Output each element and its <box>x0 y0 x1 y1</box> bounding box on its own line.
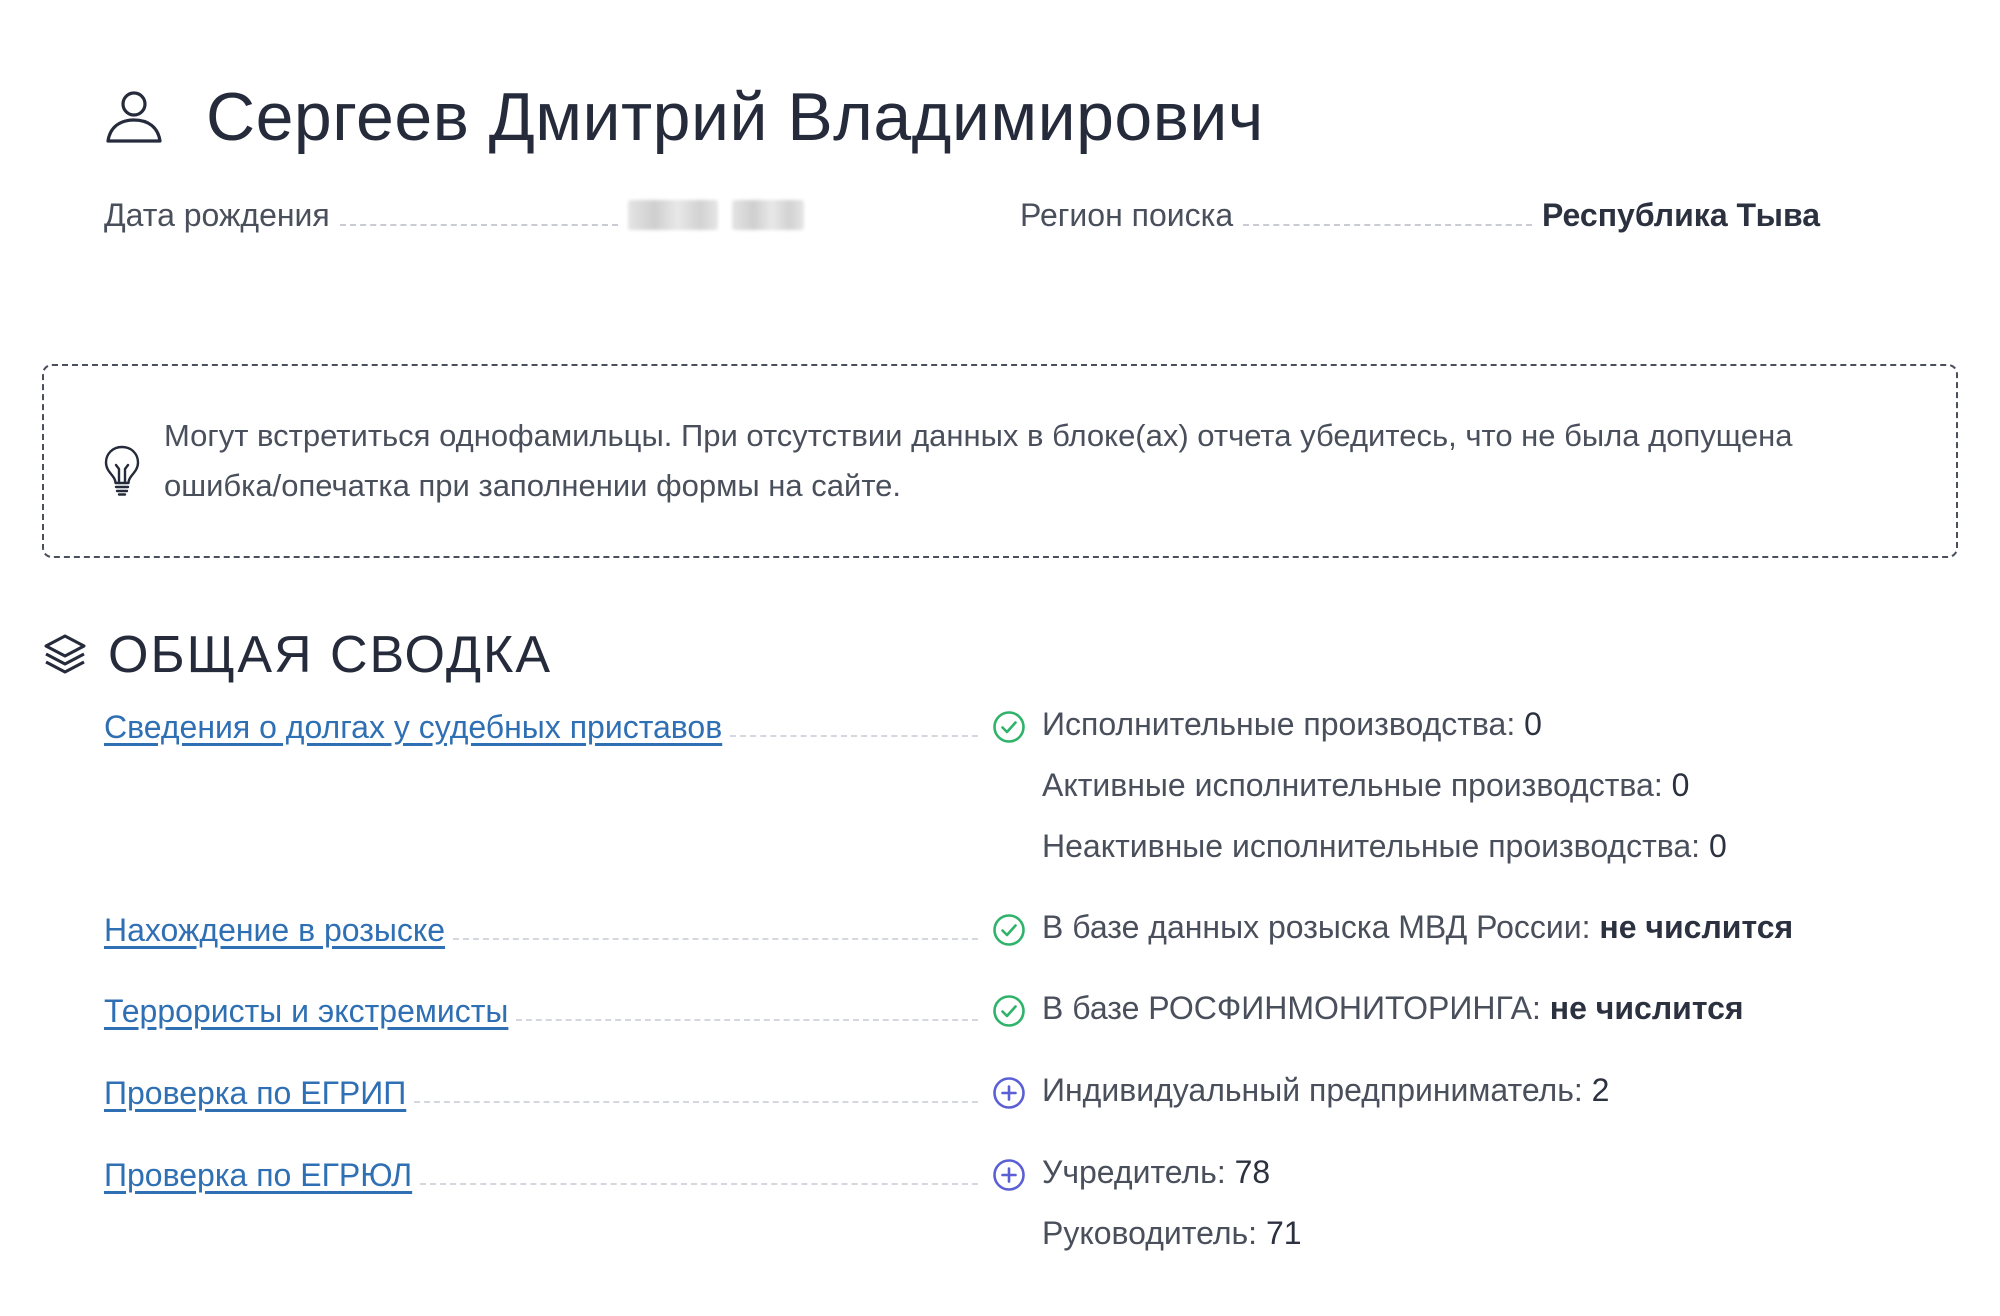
summary-value: 0 <box>1708 828 1727 864</box>
notice-text: Могут встретиться однофамильцы. При отсу… <box>164 411 1793 511</box>
summary-value-line: Индивидуальный предприниматель: 2 <box>1042 1068 1609 1112</box>
summary-value-label: Руководитель: <box>1042 1215 1266 1251</box>
birth-date-value-blurred <box>628 198 804 232</box>
summary-value-label: Индивидуальный предприниматель: <box>1042 1072 1592 1108</box>
plus-circle-icon <box>992 1076 1026 1110</box>
summary-value: не числится <box>1549 990 1744 1026</box>
summary-value-label: В базе данных розыска МВД России: <box>1042 909 1600 945</box>
summary-value-label: В базе РОСФИНМОНИТОРИНГА: <box>1042 990 1550 1026</box>
leader-dots <box>516 1019 978 1021</box>
summary-row-values: Индивидуальный предприниматель: 2 <box>1042 1068 1609 1129</box>
summary-value-label: Учредитель: <box>1042 1154 1235 1190</box>
summary-row-bailiffs: Сведения о долгах у судебных приставов И… <box>104 702 1804 885</box>
summary-value: 0 <box>1671 767 1690 803</box>
summary-row-values: Учредитель: 78 Руководитель: 71 <box>1042 1150 1302 1272</box>
check-circle-icon <box>992 913 1026 947</box>
summary-row-egrul: Проверка по ЕГРЮЛ Учредитель: 78 Руковод… <box>104 1150 1804 1272</box>
check-circle-icon <box>992 710 1026 744</box>
summary-value-line: Активные исполнительные производства: 0 <box>1042 763 1727 807</box>
notice-line: ошибка/опечатка при заполнении формы на … <box>164 468 902 503</box>
summary-value: 71 <box>1265 1215 1302 1251</box>
plus-circle-icon <box>992 1158 1026 1192</box>
summary-row-values: В базе данных розыска МВД России: не чис… <box>1042 905 1793 966</box>
check-circle-icon <box>992 994 1026 1028</box>
person-name: Сергеев Дмитрий Владимирович <box>206 79 1264 155</box>
summary-row-left: Проверка по ЕГРЮЛ <box>104 1150 984 1194</box>
summary-value-line: В базе РОСФИНМОНИТОРИНГА: не числится <box>1042 986 1744 1030</box>
summary-row-left: Проверка по ЕГРИП <box>104 1068 984 1112</box>
leader-dots <box>1243 224 1532 226</box>
egrip-check-link[interactable]: Проверка по ЕГРИП <box>104 1075 406 1112</box>
bailiffs-debt-link[interactable]: Сведения о долгах у судебных приставов <box>104 709 722 746</box>
search-region-value: Республика Тыва <box>1541 197 1820 233</box>
summary-section-title: ОБЩАЯ СВОДКА <box>42 620 552 690</box>
search-region-label: Регион поиска <box>1020 197 1234 233</box>
person-header: Сергеев Дмитрий Владимирович <box>104 72 1264 162</box>
summary-row-egrip: Проверка по ЕГРИП Индивидуальный предпри… <box>104 1068 1804 1129</box>
summary-row-wanted: Нахождение в розыске В базе данных розыс… <box>104 905 1804 966</box>
birth-date-label: Дата рождения <box>104 197 330 233</box>
summary-value-label: Активные исполнительные производства: <box>1042 767 1672 803</box>
leader-dots <box>339 224 618 226</box>
wanted-search-link[interactable]: Нахождение в розыске <box>104 912 445 949</box>
summary-value-line: Неактивные исполнительные производства: … <box>1042 824 1727 868</box>
summary-value: 2 <box>1591 1072 1610 1108</box>
leader-dots <box>414 1101 978 1103</box>
summary-value: 0 <box>1524 706 1542 742</box>
namesake-notice: Могут встретиться однофамильцы. При отсу… <box>42 364 1958 558</box>
summary-value-line: Учредитель: 78 <box>1042 1150 1302 1194</box>
layers-icon <box>42 632 88 678</box>
leader-dots <box>453 938 978 940</box>
summary-row-terrorists: Террористы и экстремисты В базе РОСФИНМО… <box>104 986 1804 1047</box>
lightbulb-icon <box>102 444 142 496</box>
summary-row-values: Исполнительные производства: 0 Активные … <box>1042 702 1727 885</box>
terrorists-extremists-link[interactable]: Террористы и экстремисты <box>104 993 508 1030</box>
leader-dots <box>420 1183 978 1185</box>
summary-value-line: Руководитель: 71 <box>1042 1211 1302 1255</box>
summary-value-label: Исполнительные производства: <box>1042 706 1525 742</box>
summary-title: ОБЩАЯ СВОДКА <box>108 626 553 684</box>
summary-row-left: Нахождение в розыске <box>104 905 984 949</box>
notice-line: Могут встретиться однофамильцы. При отсу… <box>164 418 1793 453</box>
summary-value-line: Исполнительные производства: 0 <box>1042 702 1727 746</box>
leader-dots <box>730 735 978 737</box>
birth-date-row: Дата рождения <box>104 192 804 234</box>
search-region-row: Регион поиска Республика Тыва <box>1020 192 1820 234</box>
summary-value-label: Неактивные исполнительные производства: <box>1042 828 1709 864</box>
summary-row-left: Террористы и экстремисты <box>104 986 984 1030</box>
summary-row-left: Сведения о долгах у судебных приставов <box>104 702 984 746</box>
user-icon <box>104 87 164 147</box>
summary-value: 78 <box>1234 1154 1271 1190</box>
egrul-check-link[interactable]: Проверка по ЕГРЮЛ <box>104 1157 412 1194</box>
summary-row-values: В базе РОСФИНМОНИТОРИНГА: не числится <box>1042 986 1744 1047</box>
summary-value-line: В базе данных розыска МВД России: не чис… <box>1042 905 1793 949</box>
summary-value: не числится <box>1599 909 1794 945</box>
